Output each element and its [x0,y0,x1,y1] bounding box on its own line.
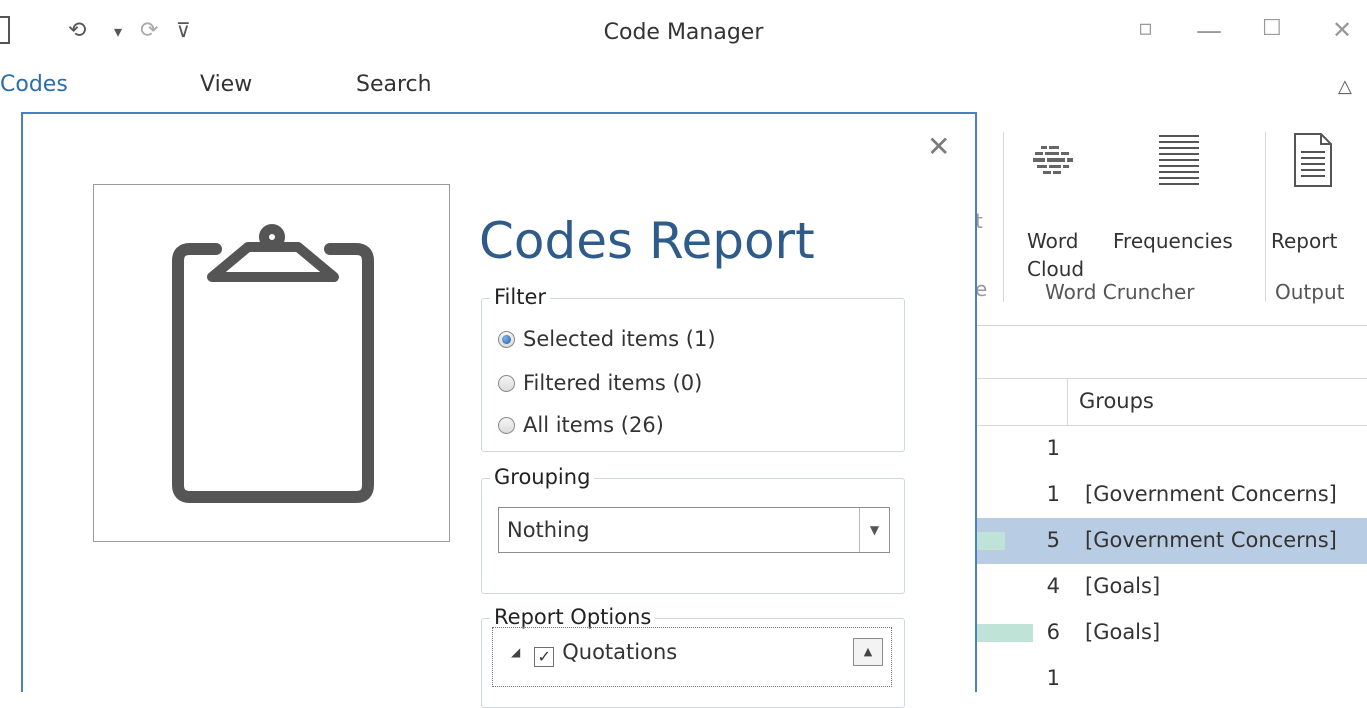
radio-label: Selected items (1) [523,327,716,351]
column-divider [1067,379,1068,425]
radio-all-items[interactable]: All items (26) [498,413,664,437]
report-preview [93,184,450,542]
collapse-ribbon-icon[interactable]: △ [1338,76,1352,97]
tab-search[interactable]: Search [356,72,432,97]
close-dialog-icon[interactable]: ✕ [927,130,950,163]
ribbon-panel: t e Word Cloud Frequencies Report Word C… [975,112,1367,326]
count-cell: 1 [1046,666,1060,690]
codes-grid: Groups 1 1 [Government Concerns] 5 [Gove… [975,326,1367,690]
count-cell: 5 [1046,528,1060,552]
column-header-groups[interactable]: Groups [1079,389,1154,413]
radio-label: Filtered items (0) [523,371,703,395]
radio-icon [498,417,515,434]
word-cloud-label-1: Word [1027,229,1079,253]
table-row[interactable]: 4 [Goals] [975,564,1367,610]
radio-selected-items[interactable]: Selected items (1) [498,327,716,351]
grouping-select[interactable]: Nothing ▼ [498,507,890,553]
expand-triangle-icon[interactable]: ◢ [511,645,520,659]
filter-group: Filter Selected items (1) Filtered items… [481,285,905,452]
frequencies-icon [1159,135,1199,185]
groups-cell: [Goals] [1085,620,1161,644]
ribbon-separator [1003,132,1004,302]
restore-icon[interactable]: ▫ [1138,16,1153,41]
frequency-bar [975,624,1033,642]
grouping-legend: Grouping [490,465,595,489]
scroll-up-icon[interactable]: ▲ [853,638,883,666]
minimize-icon[interactable]: — [1196,16,1222,46]
groups-cell: [Goals] [1085,574,1161,598]
count-cell: 1 [1046,436,1060,460]
dialog-title: Codes Report [479,212,815,270]
count-cell: 1 [1046,482,1060,506]
report-icon [1294,133,1332,187]
window-title: Code Manager [603,20,764,45]
grouping-value: Nothing [507,518,590,542]
table-row[interactable]: 1 [975,656,1367,702]
word-cloud-button[interactable]: Word Cloud [1023,132,1093,281]
maximize-icon[interactable]: ☐ [1262,16,1282,41]
grid-header: Groups [975,378,1367,426]
group-output: Output [1275,280,1345,304]
groups-cell: [Government Concerns] [1085,528,1337,552]
count-cell: 6 [1046,620,1060,644]
report-label: Report [1271,229,1338,253]
word-cloud-icon [1033,146,1073,174]
filter-legend: Filter [490,285,551,309]
table-row[interactable]: 1 [975,426,1367,472]
tab-view[interactable]: View [200,72,252,97]
option-label: Quotations [562,640,678,664]
option-quotations[interactable]: ◢ ✓ Quotations [511,640,677,667]
tab-codes[interactable]: Codes [0,72,68,97]
close-window-icon[interactable]: ✕ [1332,16,1352,44]
ribbon-tab-bar: Codes View Search △ [0,62,1367,112]
table-row[interactable]: 1 [Government Concerns] [975,472,1367,518]
word-cloud-label-2: Cloud [1027,257,1085,281]
table-row[interactable]: 6 [Goals] [975,610,1367,656]
left-edge-strip [0,112,22,682]
chevron-down-icon[interactable]: ▼ [859,508,889,552]
radio-icon [498,331,515,348]
count-cell: 4 [1046,574,1060,598]
radio-icon [498,375,515,392]
groups-cell: [Government Concerns] [1085,482,1337,506]
radio-filtered-items[interactable]: Filtered items (0) [498,371,702,395]
table-row[interactable]: 5 [Government Concerns] [975,518,1367,564]
grouping-group: Grouping Nothing ▼ [481,465,905,594]
report-options-legend: Report Options [490,605,656,629]
ribbon-separator [1265,132,1266,302]
title-bar: ⟲ ▾ ⟳ ⊽ Code Manager ▫ — ☐ ✕ [0,0,1367,62]
codes-report-dialog: ✕ Codes Report Filter Selected items (1)… [21,112,977,708]
group-word-cruncher: Word Cruncher [1045,280,1195,304]
report-options-group: Report Options ◢ ✓ Quotations ▲ [481,605,905,708]
clipboard-icon [172,224,374,503]
report-options-tree[interactable]: ◢ ✓ Quotations ▲ [492,627,892,687]
radio-label: All items (26) [523,413,664,437]
frequencies-button[interactable]: Frequencies [1109,132,1259,253]
frequency-bar [975,532,1005,550]
report-button[interactable]: Report [1271,132,1367,253]
checkbox-icon[interactable]: ✓ [534,647,555,667]
frequencies-label: Frequencies [1113,229,1233,253]
